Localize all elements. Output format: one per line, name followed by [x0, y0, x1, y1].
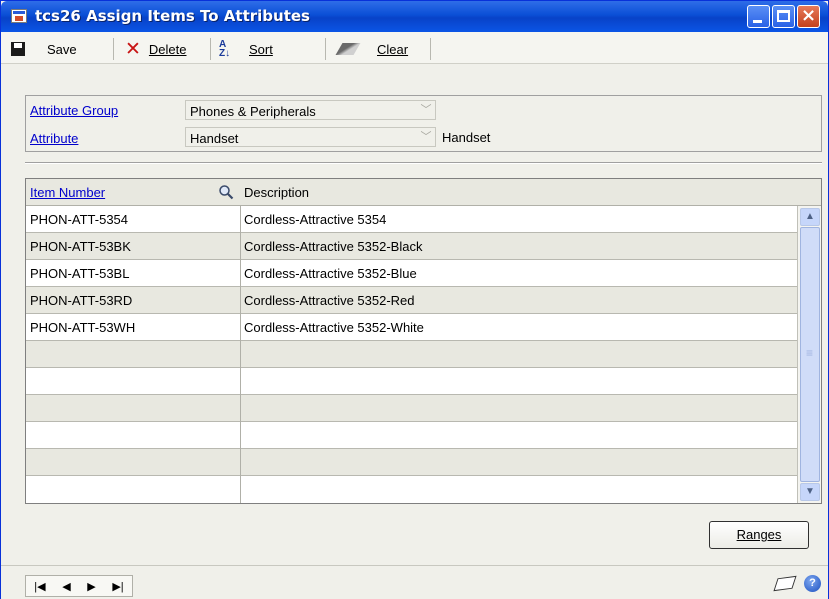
item-number-cell[interactable]: PHON-ATT-5354: [30, 212, 128, 227]
toolbar-separator: [210, 38, 211, 60]
attribute-value: Handset: [190, 131, 239, 146]
next-record-icon[interactable]: ▶: [87, 580, 95, 593]
toolbar-separator: [325, 38, 326, 60]
table-row[interactable]: PHON-ATT-53BK Cordless-Attractive 5352-Bl…: [26, 233, 797, 260]
sort-icon: A Z↓: [219, 39, 231, 59]
note-icon[interactable]: [773, 575, 797, 592]
column-divider: [240, 206, 241, 503]
chevron-down-icon[interactable]: ﹀: [417, 101, 435, 119]
save-icon: [11, 42, 25, 56]
sort-label: Sort: [249, 41, 273, 57]
scroll-down-button[interactable]: ▼: [800, 483, 820, 501]
description-header: Description: [244, 185, 310, 200]
item-number-cell[interactable]: PHON-ATT-53RD: [30, 293, 132, 308]
clear-button[interactable]: Clear: [335, 39, 409, 59]
attribute-group-link[interactable]: Attribute Group: [30, 103, 118, 118]
delete-icon: ✕: [125, 37, 141, 60]
first-record-icon[interactable]: |◀: [34, 580, 45, 593]
grid-rows: PHON-ATT-5354 Cordless-Attractive 5354 PH…: [26, 206, 797, 503]
table-row[interactable]: [26, 368, 797, 395]
status-bar: |◀ ◀ ▶ ▶| ?: [1, 565, 828, 599]
table-row[interactable]: [26, 422, 797, 449]
attribute-group-value: Phones & Peripherals: [190, 104, 316, 119]
record-navigator: |◀ ◀ ▶ ▶|: [25, 575, 133, 597]
item-number-cell[interactable]: PHON-ATT-53BL: [30, 266, 129, 281]
ranges-label: Ranges: [736, 527, 782, 542]
attribute-group-field[interactable]: Phones & Peripherals ﹀: [185, 100, 436, 120]
lookup-icon[interactable]: [218, 184, 234, 200]
description-cell[interactable]: Cordless-Attractive 5352-Blue: [244, 266, 417, 281]
clear-label: Clear: [377, 41, 409, 57]
title-bar: tcs26 Assign Items To Attributes ×: [1, 1, 828, 32]
attribute-description: Handset: [442, 130, 491, 145]
maximize-button[interactable]: [772, 5, 795, 28]
table-row[interactable]: PHON-ATT-5354 Cordless-Attractive 5354: [26, 206, 797, 233]
description-cell[interactable]: Cordless-Attractive 5352-Red: [244, 293, 415, 308]
save-label: Save: [47, 41, 77, 57]
toolbar-separator: [430, 38, 431, 60]
help-icon[interactable]: ?: [804, 575, 821, 592]
ranges-button[interactable]: Ranges: [709, 521, 809, 549]
items-grid: Item Number Description PHON-ATT-5354 Cor…: [25, 178, 822, 504]
toolbar-separator: [113, 38, 114, 60]
attribute-panel: Attribute Group Phones & Peripherals ﹀ A…: [25, 95, 822, 152]
close-button[interactable]: ×: [797, 5, 820, 28]
table-row[interactable]: [26, 449, 797, 476]
clear-icon: [335, 43, 361, 55]
table-row[interactable]: PHON-ATT-53BL Cordless-Attractive 5352-Bl…: [26, 260, 797, 287]
description-cell[interactable]: Cordless-Attractive 5352-Black: [244, 239, 422, 254]
scroll-up-button[interactable]: ▲: [800, 208, 820, 226]
table-row[interactable]: [26, 341, 797, 368]
item-number-header[interactable]: Item Number: [30, 185, 105, 200]
delete-button[interactable]: ✕ Delete: [125, 39, 187, 59]
divider: [25, 162, 822, 164]
delete-label: Delete: [148, 41, 187, 57]
table-row[interactable]: [26, 395, 797, 422]
item-number-cell[interactable]: PHON-ATT-53WH: [30, 320, 135, 335]
save-button[interactable]: Save: [11, 39, 77, 59]
window-title: tcs26 Assign Items To Attributes: [35, 7, 310, 25]
table-row[interactable]: [26, 476, 797, 503]
scroll-thumb[interactable]: [800, 227, 820, 482]
attribute-link[interactable]: Attribute: [30, 131, 78, 146]
previous-record-icon[interactable]: ◀: [62, 580, 70, 593]
minimize-button[interactable]: [747, 5, 770, 28]
last-record-icon[interactable]: ▶|: [112, 580, 123, 593]
toolbar: Save ✕ Delete A Z↓ Sort Clear: [1, 32, 828, 64]
description-cell[interactable]: Cordless-Attractive 5354: [244, 212, 386, 227]
grid-header: Item Number Description: [26, 179, 821, 206]
window: tcs26 Assign Items To Attributes × Save …: [0, 0, 829, 599]
description-cell[interactable]: Cordless-Attractive 5352-White: [244, 320, 424, 335]
table-row[interactable]: PHON-ATT-53WH Cordless-Attractive 5352-Wh…: [26, 314, 797, 341]
window-icon: [11, 9, 27, 23]
table-row[interactable]: PHON-ATT-53RD Cordless-Attractive 5352-Re…: [26, 287, 797, 314]
item-number-cell[interactable]: PHON-ATT-53BK: [30, 239, 131, 254]
chevron-down-icon[interactable]: ﹀: [417, 128, 435, 146]
vertical-scrollbar[interactable]: ▲ ▼: [797, 206, 821, 503]
attribute-field[interactable]: Handset ﹀: [185, 127, 436, 147]
sort-button[interactable]: A Z↓ Sort: [219, 39, 273, 59]
